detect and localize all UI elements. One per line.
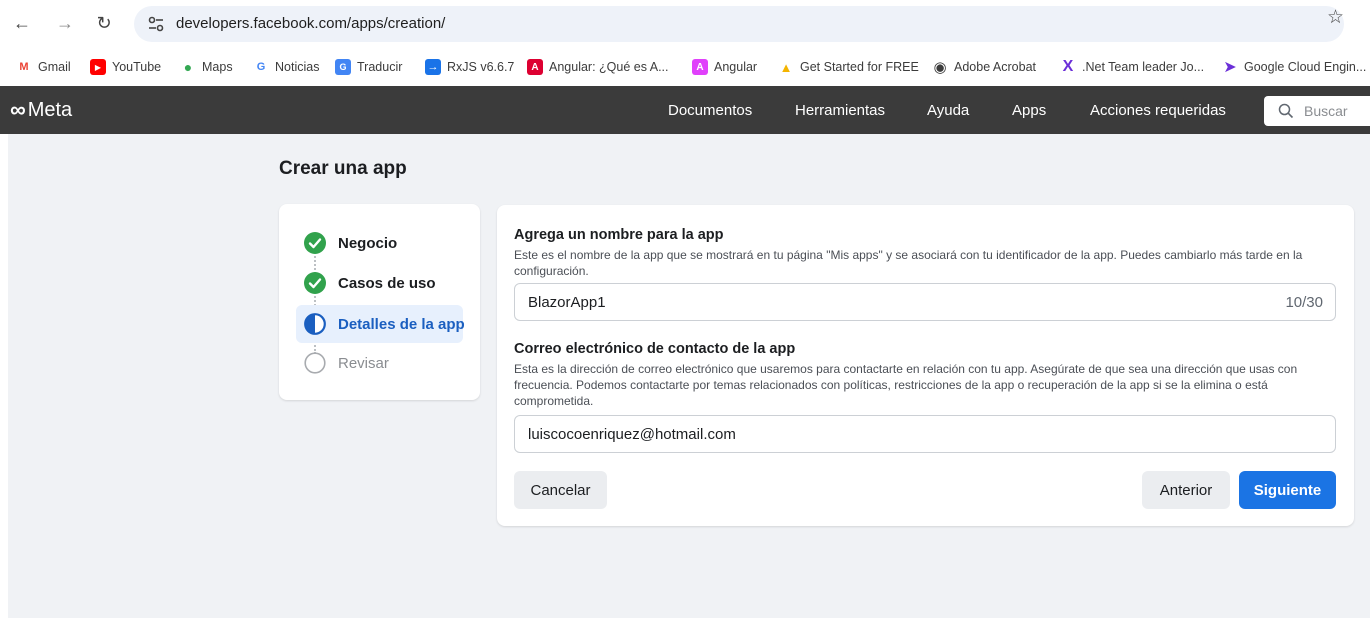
- search-icon: [1278, 103, 1294, 119]
- bookmark-label: Traducir: [357, 60, 403, 74]
- youtube-icon: ▶: [90, 59, 106, 75]
- bookmark-angular[interactable]: A Angular: [692, 57, 757, 77]
- gmail-icon: M: [19, 61, 29, 73]
- bookmark-maps[interactable]: ● Maps: [180, 57, 233, 77]
- bookmark-label: Get Started for FREE: [800, 60, 919, 74]
- half-circle-progress-icon: [304, 313, 326, 335]
- app-details-form: Agrega un nombre para la app Este es el …: [497, 205, 1354, 526]
- x-logo-icon: X: [1062, 58, 1074, 75]
- back-button[interactable]: Anterior: [1142, 471, 1230, 509]
- bookmark-get-started[interactable]: ▲ Get Started for FREE: [778, 57, 919, 77]
- url-text: developers.facebook.com/apps/creation/: [176, 15, 446, 32]
- angular-icon: A: [527, 59, 543, 75]
- meta-logo[interactable]: ∞ Meta: [10, 97, 73, 122]
- app-name-input[interactable]: BlazorApp1 10/30: [514, 283, 1336, 321]
- browser-window: ← → ↻ developers.facebook.com/apps/creat…: [0, 0, 1370, 618]
- bookmark-star-icon[interactable]: ☆: [1327, 6, 1344, 29]
- news-icon: G: [256, 61, 266, 73]
- nav-apps[interactable]: Apps: [1012, 102, 1046, 119]
- bookmark-adobe-acrobat[interactable]: ◉ Adobe Acrobat: [932, 57, 1036, 77]
- maps-icon: ●: [183, 59, 193, 75]
- bookmark-rxjs[interactable]: → RxJS v6.6.7: [425, 57, 514, 77]
- bookmark-gmail[interactable]: M Gmail: [16, 57, 71, 77]
- bookmark-label: Google Cloud Engin...: [1244, 60, 1367, 74]
- check-circle-icon: [304, 272, 326, 294]
- app-name-label: Agrega un nombre para la app: [514, 227, 724, 243]
- bookmark-label: Gmail: [38, 60, 71, 74]
- search-placeholder: Buscar: [1304, 103, 1348, 119]
- step-casos-de-uso[interactable]: Casos de uso: [296, 264, 463, 302]
- angular-gradient-icon: A: [692, 59, 708, 75]
- site-settings-icon[interactable]: [146, 14, 166, 34]
- bookmark-youtube[interactable]: ▶ YouTube: [90, 57, 161, 77]
- forward-arrow-icon[interactable]: →: [53, 11, 77, 35]
- rxjs-icon: →: [425, 59, 441, 75]
- bookmark-label: Angular: [714, 60, 758, 74]
- contact-email-value: luiscocoenriquez@hotmail.com: [528, 426, 736, 443]
- globe-icon: ◉: [933, 59, 947, 76]
- bookmark-label: YouTube: [112, 60, 162, 74]
- bookmark-site-icon: ▲: [779, 59, 793, 75]
- bookmark-label: Angular: ¿Qué es A...: [549, 60, 669, 74]
- nav-ayuda[interactable]: Ayuda: [927, 102, 969, 119]
- cancel-button[interactable]: Cancelar: [514, 471, 607, 509]
- contact-email-help: Esta es la dirección de correo electróni…: [514, 362, 1298, 408]
- meta-logo-text: Meta: [27, 98, 73, 121]
- nav-acciones-requeridas[interactable]: Acciones requeridas: [1090, 102, 1226, 119]
- char-counter: 10/30: [1285, 294, 1323, 311]
- bookmark-label: Noticias: [275, 60, 320, 74]
- empty-circle-icon: [304, 352, 326, 374]
- omnibox[interactable]: developers.facebook.com/apps/creation/: [134, 6, 1344, 42]
- app-name-value: BlazorApp1: [528, 294, 606, 311]
- step-label: Casos de uso: [338, 274, 436, 292]
- steps-card: Negocio Casos de uso Detalles de la app …: [279, 204, 480, 400]
- check-circle-icon: [304, 232, 326, 254]
- search-input[interactable]: Buscar: [1264, 96, 1370, 126]
- step-label: Negocio: [338, 234, 398, 252]
- page-title: Crear una app: [279, 158, 407, 179]
- step-label: Revisar: [338, 354, 389, 372]
- google-cloud-icon: ➤: [1223, 59, 1237, 76]
- reload-icon[interactable]: ↻: [92, 11, 116, 35]
- meta-header: ∞ Meta Documentos Herramientas Ayuda App…: [0, 86, 1370, 134]
- step-detalles-de-la-app[interactable]: Detalles de la app: [296, 305, 465, 343]
- meta-infinity-icon: ∞: [10, 97, 26, 122]
- step-label: Detalles de la app: [338, 315, 465, 333]
- contact-email-input[interactable]: luiscocoenriquez@hotmail.com: [514, 415, 1336, 453]
- bookmark-label: .Net Team leader Jo...: [1082, 60, 1205, 74]
- next-button[interactable]: Siguiente: [1239, 471, 1336, 509]
- translate-icon: G: [335, 59, 351, 75]
- step-revisar[interactable]: Revisar: [296, 344, 463, 382]
- contact-email-label: Correo electrónico de contacto de la app: [514, 341, 796, 357]
- bookmark-net-team-leader[interactable]: X .Net Team leader Jo...: [1060, 57, 1204, 77]
- bookmark-angular-que-es[interactable]: A Angular: ¿Qué es A...: [527, 57, 669, 77]
- nav-herramientas[interactable]: Herramientas: [795, 102, 885, 119]
- bookmark-label: RxJS v6.6.7: [447, 60, 515, 74]
- nav-documentos[interactable]: Documentos: [668, 102, 752, 119]
- back-arrow-icon[interactable]: ←: [10, 11, 34, 35]
- bookmark-traducir[interactable]: G Traducir: [335, 57, 402, 77]
- app-name-help: Este es el nombre de la app que se mostr…: [514, 248, 1303, 278]
- bookmark-label: Adobe Acrobat: [954, 60, 1037, 74]
- bookmark-label: Maps: [202, 60, 233, 74]
- step-negocio[interactable]: Negocio: [296, 224, 463, 262]
- bookmark-google-cloud[interactable]: ➤ Google Cloud Engin...: [1222, 57, 1366, 77]
- bookmark-noticias[interactable]: G Noticias: [253, 57, 320, 77]
- bookmarks-bar: M Gmail ▶ YouTube ● Maps G Noticias G Tr…: [0, 48, 1370, 86]
- address-bar-row: ← → ↻ developers.facebook.com/apps/creat…: [0, 0, 1370, 48]
